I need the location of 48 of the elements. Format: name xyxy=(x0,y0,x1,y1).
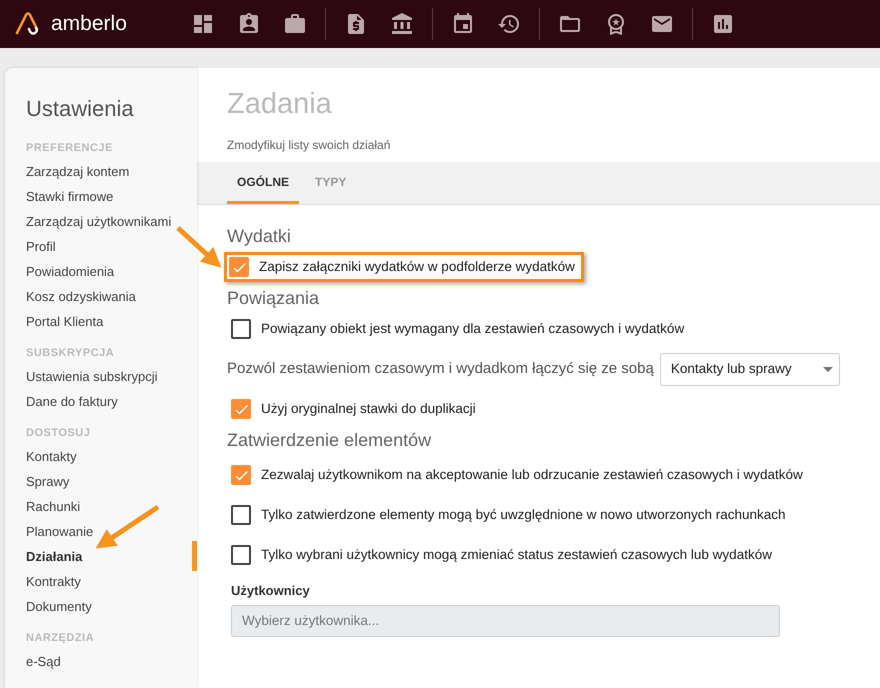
page-subtitle: Zmodyfikuj listy swoich działań xyxy=(227,137,392,154)
sidebar-item[interactable]: Zarządzaj kontem xyxy=(26,162,130,182)
sidebar-item[interactable]: Dokumenty xyxy=(26,596,92,616)
sidebar-heading: NARZĘDZIA xyxy=(26,630,96,646)
field-label: Użytkownicy xyxy=(231,582,311,600)
section-heading: Zatwierdzenie elementów xyxy=(227,429,432,451)
annotation-arrow xyxy=(176,226,222,268)
checkbox[interactable] xyxy=(231,319,251,339)
section-heading: Powiązania xyxy=(227,287,320,309)
sidebar-item[interactable]: Portal Klienta xyxy=(26,312,104,332)
sidebar-item[interactable]: Działania xyxy=(26,546,82,566)
checkbox-label: Zezwalaj użytkownikom na akceptowanie lub odrzucanie zestawień czasowych i wydatków xyxy=(261,466,803,484)
caret-icon xyxy=(822,366,833,372)
sidebar-item[interactable]: Profil xyxy=(26,236,56,256)
checkbox-label: Tylko zatwierdzone elementy mogą być uwzględnione w nowo utworzonych rachunkach xyxy=(261,506,786,524)
section-heading: Wydatki xyxy=(227,225,292,247)
checkbox[interactable] xyxy=(231,545,251,565)
sidebar-item[interactable]: Sprawy xyxy=(26,472,70,492)
checkbox-label: Zapisz załączniki wydatków w podfolderze wydatków xyxy=(259,258,575,276)
checkbox-label: Tylko wybrani użytkownicy mogą zmieniać status zestawień czasowych lub wydatków xyxy=(261,546,772,564)
sidebar-item[interactable]: Kosz odzyskiwania xyxy=(26,286,136,306)
sidebar-item[interactable]: Kontrakty xyxy=(26,572,81,592)
dropdown[interactable]: Kontakty lub sprawy xyxy=(660,352,840,386)
tab[interactable]: OGÓLNE xyxy=(227,162,300,204)
checkbox[interactable] xyxy=(231,399,251,419)
sidebar-item[interactable]: Rachunki xyxy=(26,496,80,516)
sidebar-heading: PREFERENCJE xyxy=(26,140,114,156)
setting-label: Pozwól zestawieniom czasowym i wydadkom łączyć się ze sobą xyxy=(227,358,654,379)
brand-name: amberlo xyxy=(51,11,127,38)
annotation-arrow xyxy=(96,504,160,549)
sidebar-item[interactable]: Planowanie xyxy=(26,522,94,542)
checkbox-label: Powiązany obiekt jest wymagany dla zestawień czasowych i wydatków xyxy=(261,320,684,338)
sidebar-item[interactable]: Kontakty xyxy=(26,446,77,466)
sidebar-item[interactable]: Powiadomienia xyxy=(26,262,114,282)
sidebar-heading: DOSTOSUJ xyxy=(26,426,92,441)
sidebar-title: Ustawienia xyxy=(26,95,135,123)
sidebar-item[interactable]: Dane do faktury xyxy=(26,392,118,412)
checkbox[interactable] xyxy=(231,505,251,525)
sidebar-item[interactable]: Ustawienia subskrypcji xyxy=(26,366,158,386)
checkbox-label: Użyj oryginalnej stawki do duplikacji xyxy=(261,400,476,418)
sidebar-item[interactable]: Stawki firmowe xyxy=(26,186,114,206)
page-title: Zadania xyxy=(227,87,333,122)
active-indicator xyxy=(192,541,197,571)
sidebar-item[interactable]: e-Sąd xyxy=(26,652,61,672)
sidebar-item[interactable]: Zarządzaj użytkownikami xyxy=(26,212,172,232)
sidebar-heading: SUBSKRYPCJA xyxy=(26,346,116,361)
checkbox[interactable] xyxy=(229,257,249,277)
checkbox[interactable] xyxy=(231,465,251,485)
